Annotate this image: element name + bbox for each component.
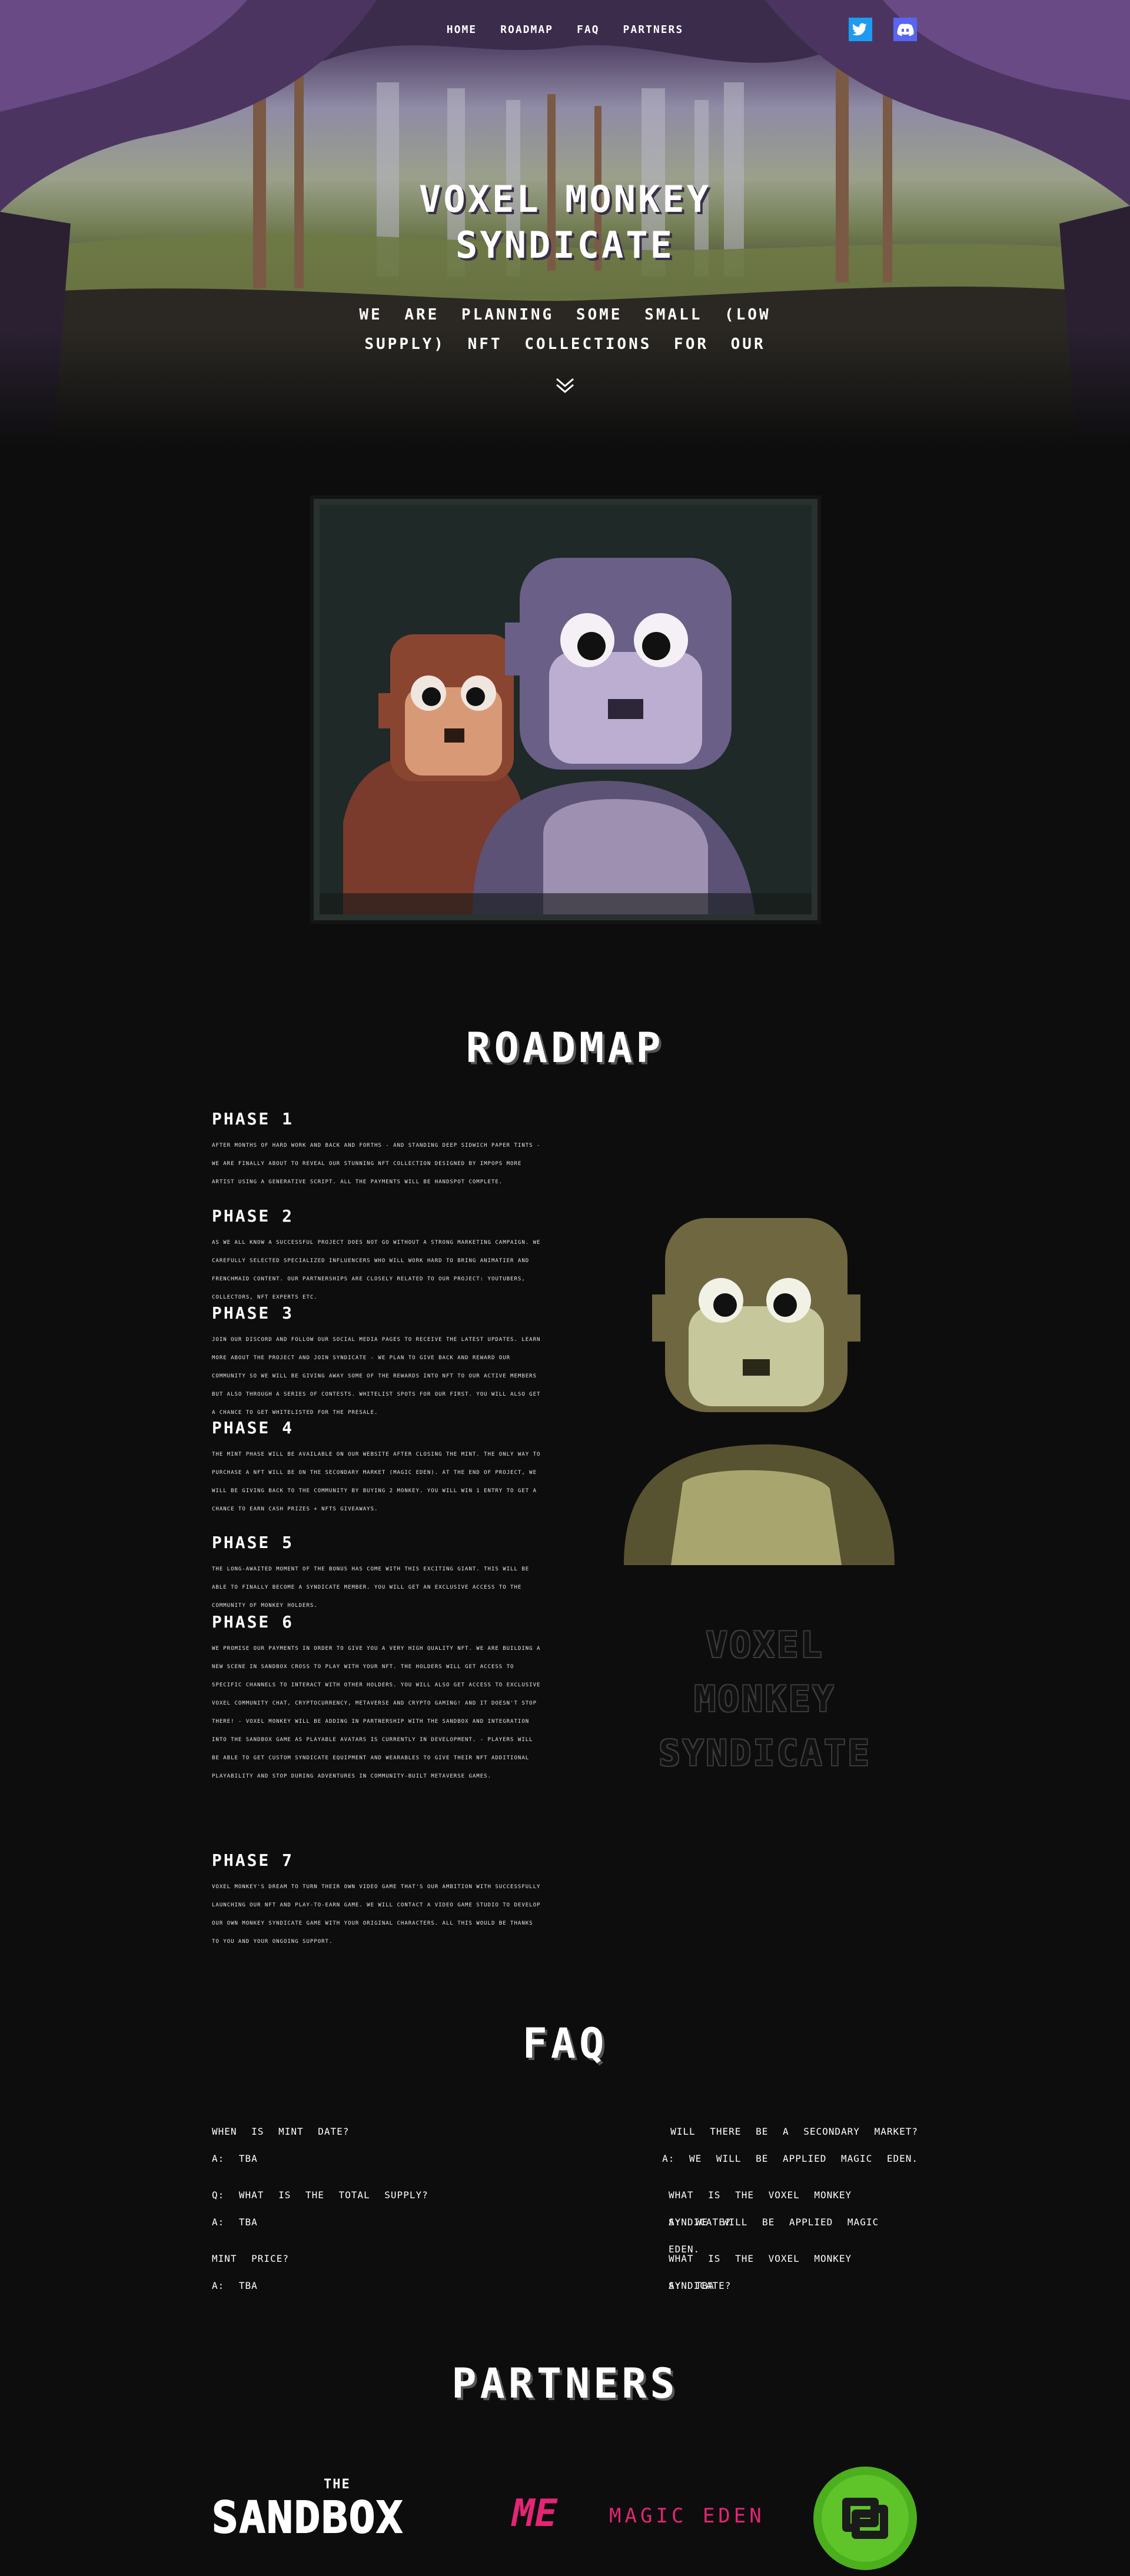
partners-heading: PARTNERS: [451, 2359, 679, 2408]
phase-4: PHASE 4 The mint phase will be available…: [212, 1418, 541, 1519]
phase-title: PHASE 3: [212, 1303, 294, 1323]
phase-text: As we all know a successful project does…: [212, 1240, 541, 1300]
green-partner-logo[interactable]: [812, 2465, 918, 2571]
hero-title: VOXEL MONKEY SYNDICATE: [0, 177, 1130, 268]
faq-right-column: WILL THERE BE A SECONDARY MARKET? A: WE …: [647, 2118, 918, 2299]
phase-text: The mint phase will be available on our …: [212, 1452, 541, 1512]
nav-link-faq[interactable]: FAQ: [577, 24, 600, 36]
hero-title-line-2: SYNDICATE: [456, 224, 674, 267]
faq-question[interactable]: Q: WHAT IS THE TOTAL SUPPLY?: [212, 2182, 428, 2209]
magic-eden-name: MAGIC EDEN: [609, 2504, 765, 2528]
phase-title: PHASE 7: [212, 1851, 294, 1870]
faq-question[interactable]: MINT PRICE?: [212, 2245, 428, 2272]
faq-answer: A: WE WILL BE APPLIED MAGIC EDEN.: [662, 2153, 918, 2164]
nav-link-roadmap[interactable]: ROADMAP: [500, 24, 553, 36]
ghost-logo-text: VOXEL MONKEY SYNDICATE: [600, 1618, 930, 1780]
sandbox-logo[interactable]: THE SANDBOX: [211, 2477, 488, 2554]
nav-link-home[interactable]: HOME: [447, 24, 477, 36]
hero-title-line-1: VOXEL MONKEY: [419, 178, 711, 221]
faq-question[interactable]: WHEN IS MINT DATE?: [212, 2118, 428, 2145]
chevron-down-icon[interactable]: [553, 374, 577, 398]
ghost-line: MONKEY: [694, 1679, 836, 1720]
phase-text: After months of hard work and back and f…: [212, 1143, 541, 1185]
faq-question[interactable]: WILL THERE BE A SECONDARY MARKET?: [647, 2118, 918, 2145]
twitter-icon[interactable]: [848, 16, 873, 42]
phase-1: PHASE 1 After months of hard work and ba…: [212, 1109, 541, 1192]
faq-heading: FAQ: [522, 2019, 608, 2068]
sandbox-the-text: THE: [324, 2477, 351, 2492]
phase-text: The long-awaited moment of the bonus has…: [212, 1566, 530, 1609]
phase-7: PHASE 7 Voxel monkey's dream to turn the…: [212, 1851, 541, 1951]
sandbox-name-text: SANDBOX: [211, 2492, 404, 2544]
phase-3: PHASE 3 Join our discord and follow our …: [212, 1303, 541, 1422]
magic-eden-mark: ME: [512, 2492, 558, 2535]
faq-answer: A: TBA: [212, 2153, 258, 2164]
faq-question[interactable]: WHAT IS THE VOXEL MONKEY SYNDICATE?: [647, 2245, 918, 2291]
olive-monkey-illustration: [624, 1218, 895, 1565]
top-navigation: HOME ROADMAP FAQ PARTNERS: [0, 18, 1130, 47]
ghost-line: VOXEL: [706, 1625, 825, 1666]
phase-6: PHASE 6 We promise our payments in order…: [212, 1612, 541, 1786]
discord-icon[interactable]: [892, 16, 918, 42]
featured-nft-frame: [314, 499, 817, 920]
faq-answer: A: TBA: [212, 2216, 258, 2228]
phase-2: PHASE 2 As we all know a successful proj…: [212, 1206, 541, 1307]
faq-question[interactable]: WHAT IS THE VOXEL MONKEY SYNDICATE?: [647, 2182, 918, 2228]
magic-eden-logo[interactable]: ME MAGIC EDEN: [512, 2490, 789, 2543]
hero-section: HOME ROADMAP FAQ PARTNERS VOXEL MONKEY S…: [0, 0, 1130, 447]
phase-text: We promise our payments in order to give…: [212, 1646, 541, 1779]
phase-title: PHASE 1: [212, 1109, 294, 1129]
roadmap-heading: ROADMAP: [466, 1024, 664, 1072]
nav-links: HOME ROADMAP FAQ PARTNERS: [0, 24, 1130, 36]
phase-title: PHASE 5: [212, 1533, 294, 1552]
faq-answer: A: TBA: [212, 2280, 258, 2291]
phase-5: PHASE 5 The long-awaited moment of the b…: [212, 1533, 541, 1615]
faq-answer: A: WE WILL BE APPLIED MAGIC EDEN.: [669, 2216, 879, 2255]
hero-subtitle: WE ARE PLANNING SOME SMALL (LOW SUPPLY) …: [359, 306, 771, 353]
faq-left-column: WHEN IS MINT DATE? A: TBA Q: WHAT IS THE…: [212, 2118, 428, 2299]
two-monkeys-illustration: [320, 505, 812, 914]
phase-title: PHASE 4: [212, 1418, 294, 1437]
phase-text: Voxel monkey's dream to turn their own v…: [212, 1884, 541, 1945]
ghost-line: SYNDICATE: [659, 1733, 872, 1774]
phase-title: PHASE 2: [212, 1206, 294, 1226]
phase-title: PHASE 6: [212, 1612, 294, 1632]
phase-text: Join our discord and follow our social m…: [212, 1337, 541, 1416]
faq-answer: A: TBA: [669, 2280, 714, 2291]
nav-link-partners[interactable]: PARTNERS: [623, 24, 684, 36]
